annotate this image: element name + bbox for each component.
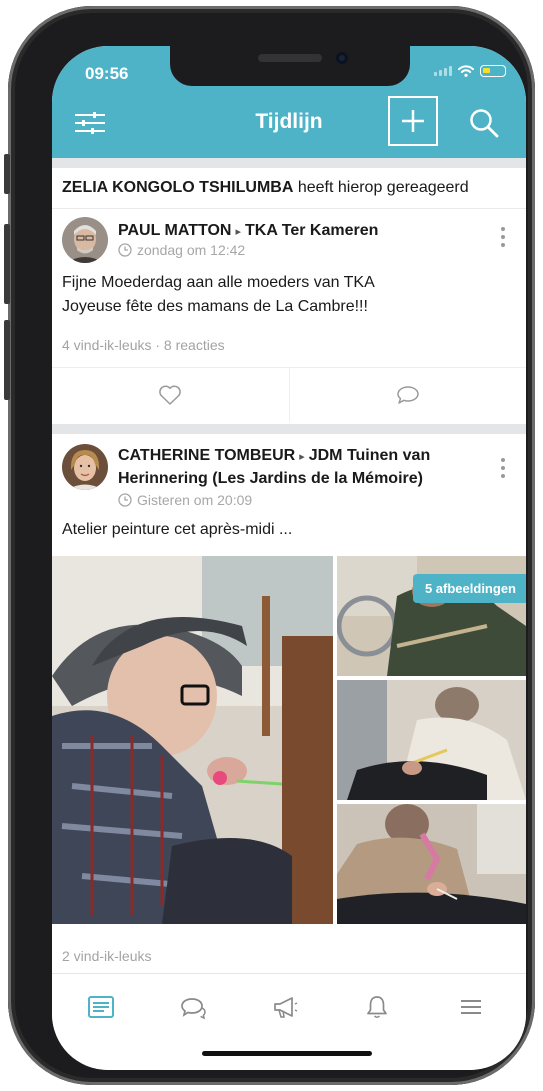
post-stats[interactable]: 4 vind-ik-leuks · 8 reacties bbox=[52, 337, 526, 367]
comment-icon bbox=[397, 386, 419, 404]
more-options-icon[interactable] bbox=[500, 227, 506, 251]
more-options-icon[interactable] bbox=[500, 458, 506, 482]
caret-right-icon: ▸ bbox=[299, 451, 305, 463]
gallery-image-main[interactable] bbox=[52, 556, 333, 924]
status-icons bbox=[434, 65, 506, 77]
image-gallery[interactable]: 5 afbeeldingen bbox=[52, 556, 526, 924]
bell-icon[interactable] bbox=[362, 992, 392, 1022]
group-name-continued[interactable]: Herinnering (Les Jardins de la Mémoire) bbox=[118, 470, 423, 487]
gallery-image[interactable] bbox=[337, 680, 526, 800]
caret-right-icon: ▸ bbox=[235, 226, 242, 238]
signal-icon bbox=[434, 66, 452, 76]
comment-button[interactable] bbox=[290, 368, 527, 422]
avatar[interactable] bbox=[62, 217, 108, 263]
status-time: 09:56 bbox=[85, 64, 129, 83]
timeline-feed: ZELIA KONGOLO TSHILUMBA heeft hierop ger… bbox=[52, 158, 526, 964]
notch bbox=[170, 46, 410, 86]
avatar[interactable] bbox=[62, 444, 108, 490]
gallery-image[interactable] bbox=[337, 804, 526, 924]
post-author-line: CATHERINE TOMBEUR ▸ JDM Tuinen van Herinne… bbox=[118, 445, 478, 489]
mute-switch bbox=[4, 154, 10, 194]
feed-divider bbox=[52, 158, 526, 168]
group-name[interactable]: TKA Ter Kameren bbox=[245, 222, 378, 239]
post-stats[interactable]: 2 vind-ik-leuks bbox=[52, 948, 526, 964]
post-card: CATHERINE TOMBEUR ▸ JDM Tuinen van Herinne… bbox=[52, 434, 526, 964]
bottom-tab-bar bbox=[52, 973, 526, 1070]
add-post-button[interactable] bbox=[388, 96, 438, 146]
volume-up-button bbox=[4, 224, 10, 304]
timeline-icon[interactable] bbox=[86, 992, 116, 1022]
plus-icon bbox=[402, 110, 424, 132]
post-text: Atelier peinture cet après-midi ... bbox=[62, 521, 293, 538]
post-time: zondag om 12:42 bbox=[118, 242, 245, 258]
wifi-icon bbox=[458, 65, 474, 77]
clock-icon bbox=[118, 493, 132, 507]
post-actions bbox=[52, 367, 526, 422]
menu-icon[interactable] bbox=[456, 992, 486, 1022]
screen: 09:56 Tijdlijn ZELIA KONGOLO TSHILUMBA h… bbox=[52, 46, 526, 1070]
search-icon[interactable] bbox=[468, 107, 500, 139]
chat-icon[interactable] bbox=[178, 992, 208, 1022]
post-time-text: zondag om 12:42 bbox=[137, 242, 246, 258]
group-name[interactable]: JDM Tuinen van bbox=[309, 447, 431, 464]
image-count-badge[interactable]: 5 afbeeldingen bbox=[412, 574, 526, 603]
post-time: Gisteren om 20:09 bbox=[118, 492, 252, 508]
author-name[interactable]: CATHERINE TOMBEUR bbox=[118, 447, 295, 464]
reactor-name[interactable]: ZELIA KONGOLO TSHILUMBA bbox=[62, 179, 293, 196]
phone-frame: 09:56 Tijdlijn ZELIA KONGOLO TSHILUMBA h… bbox=[4, 6, 535, 1085]
page-title: Tijdlijn bbox=[255, 110, 323, 133]
reaction-text: heeft hierop gereageerd bbox=[297, 179, 469, 196]
author-name[interactable]: PAUL MATTON bbox=[118, 222, 231, 239]
clock-icon bbox=[118, 243, 132, 257]
volume-down-button bbox=[4, 320, 10, 400]
post-author-line: PAUL MATTON ▸ TKA Ter Kameren bbox=[118, 220, 478, 243]
post-text-line: Fijne Moederdag aan alle moeders van TKA bbox=[62, 274, 375, 291]
battery-icon bbox=[480, 65, 506, 77]
post-body: Fijne Moederdag aan alle moeders van TKA… bbox=[52, 269, 526, 319]
speaker bbox=[258, 54, 322, 62]
post-header: CATHERINE TOMBEUR ▸ JDM Tuinen van Herinne… bbox=[52, 434, 526, 518]
post-header: PAUL MATTON ▸ TKA Ter Kameren zondag om 12… bbox=[52, 209, 526, 269]
post-card: PAUL MATTON ▸ TKA Ter Kameren zondag om 12… bbox=[52, 209, 526, 424]
post-text-line: Joyeuse fête des mamans de La Cambre!!! bbox=[62, 298, 368, 315]
feed-divider bbox=[52, 424, 526, 434]
heart-icon bbox=[159, 385, 182, 405]
front-camera bbox=[336, 52, 348, 64]
reaction-notice[interactable]: ZELIA KONGOLO TSHILUMBA heeft hierop ger… bbox=[52, 168, 526, 209]
post-time-text: Gisteren om 20:09 bbox=[137, 492, 253, 508]
megaphone-icon[interactable] bbox=[270, 992, 300, 1022]
home-indicator[interactable] bbox=[202, 1051, 372, 1056]
like-button[interactable] bbox=[52, 368, 290, 422]
